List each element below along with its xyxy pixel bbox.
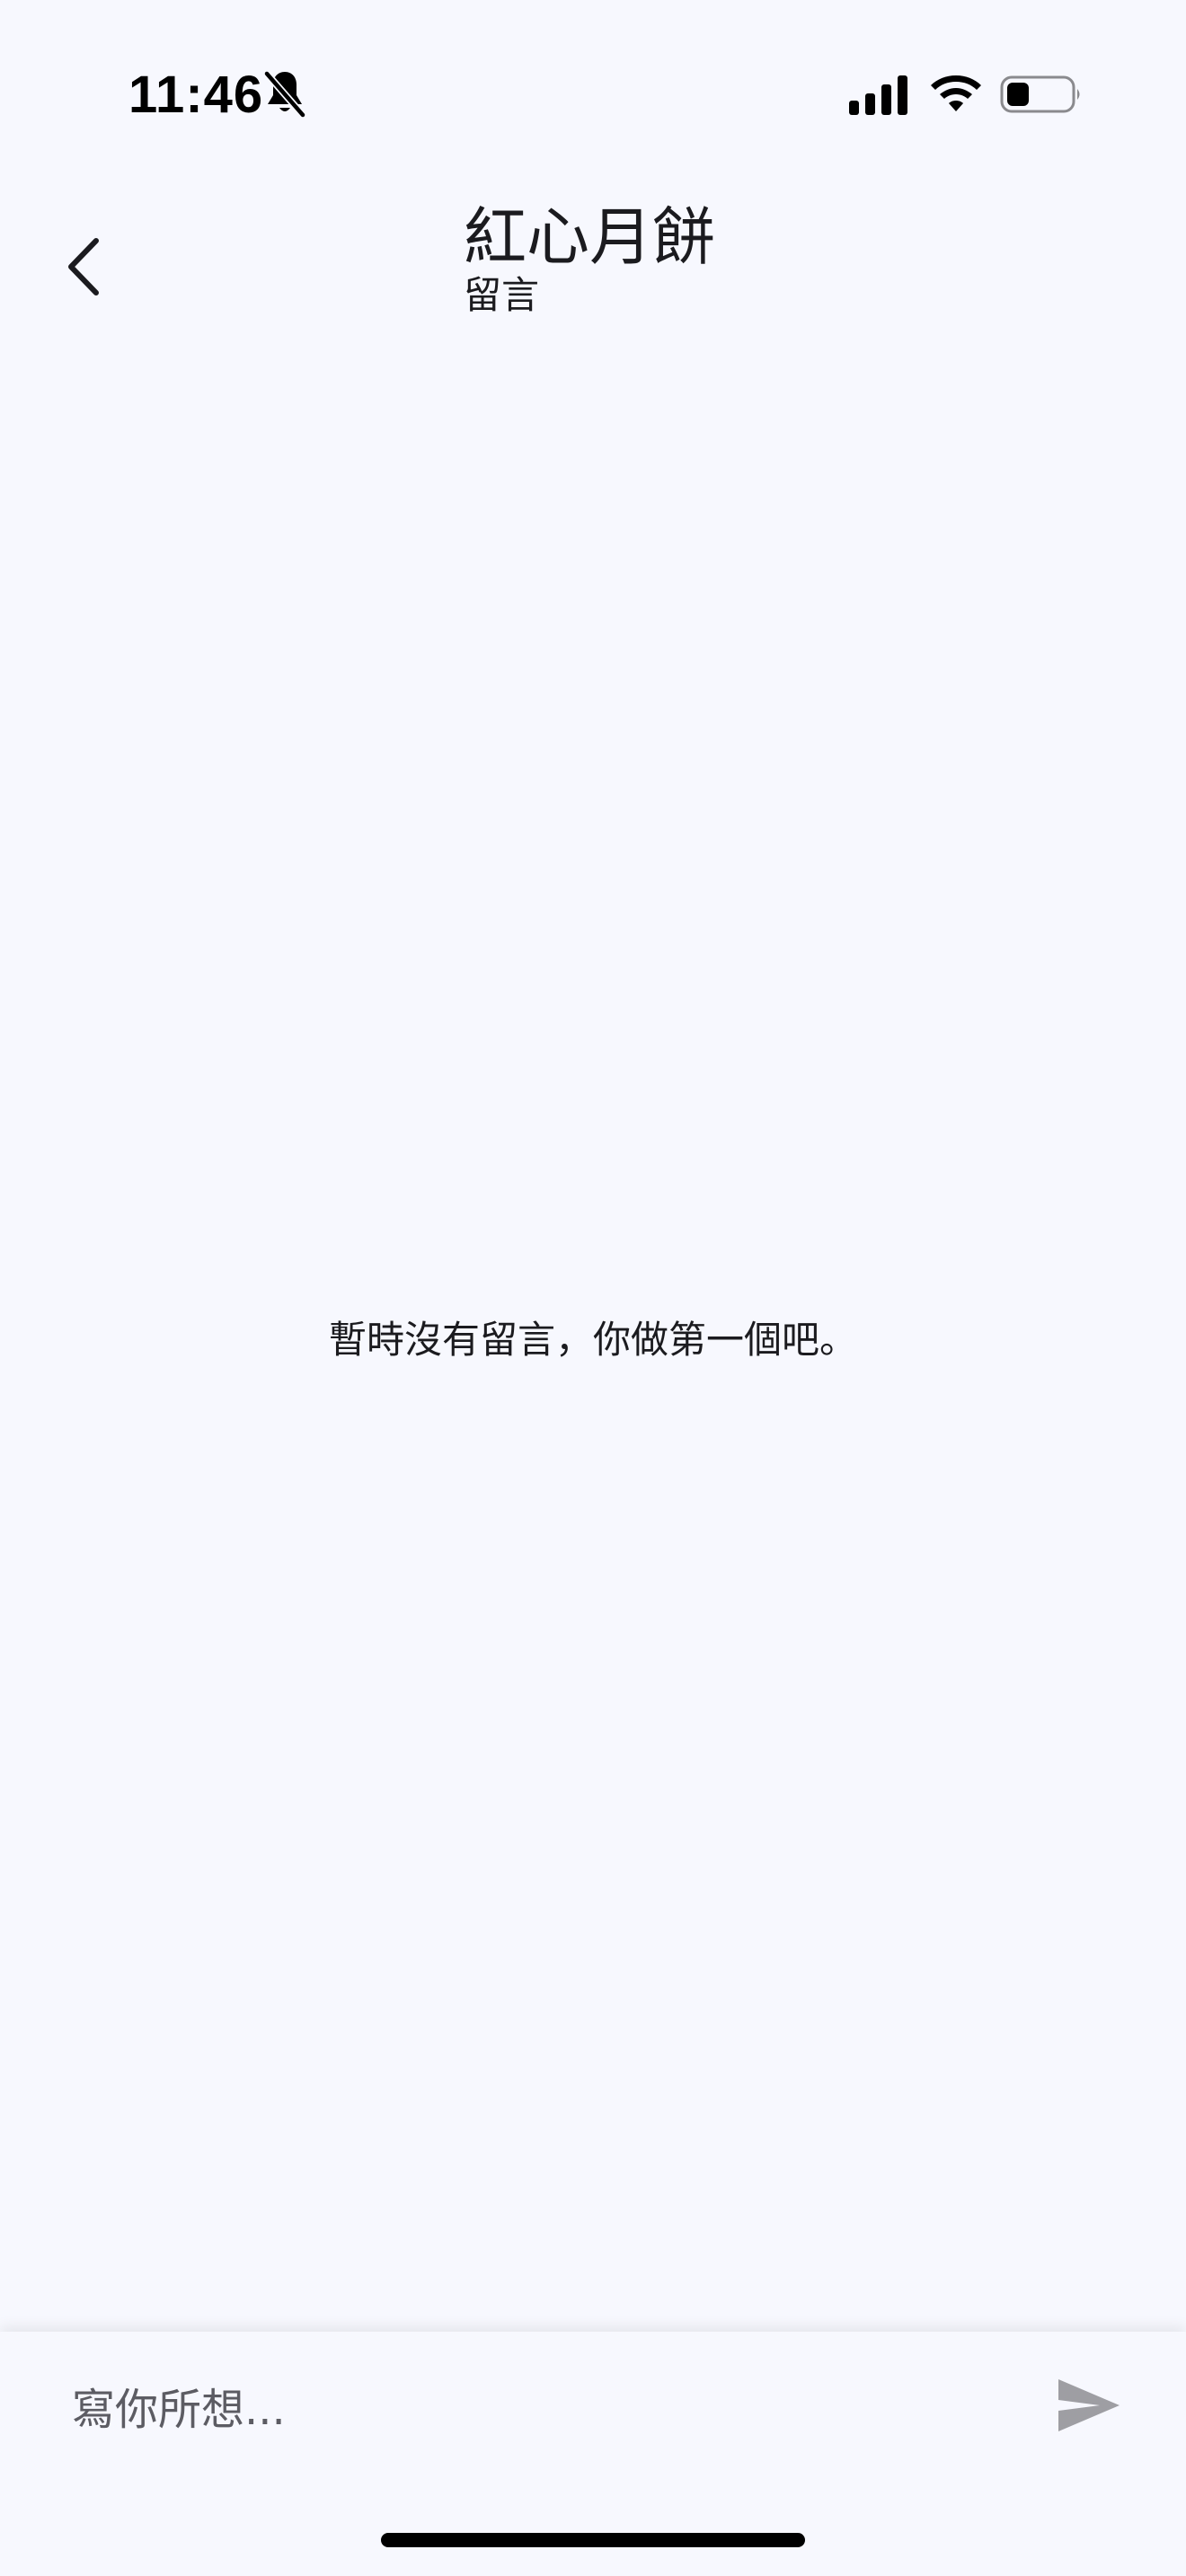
signal-icon (849, 75, 907, 115)
page-title: 紅心月餅 (464, 200, 715, 274)
back-button[interactable] (47, 226, 119, 307)
status-bar: 11:46 (0, 0, 1186, 180)
wifi-icon (931, 75, 981, 111)
send-icon (1058, 2379, 1120, 2431)
comment-input[interactable] (72, 2371, 1024, 2448)
bell-slash-icon (263, 70, 306, 119)
empty-state-message: 暫時沒有留言，你做第一個吧。 (328, 1318, 857, 1362)
page-subtitle: 留言 (464, 273, 540, 317)
comment-bar (0, 2332, 1186, 2576)
chevron-left-icon (68, 238, 99, 296)
app-bar: 紅心月餅 留言 (0, 180, 1186, 350)
home-indicator (381, 2533, 805, 2547)
title-block: 紅心月餅 留言 (464, 199, 715, 318)
send-button[interactable] (1051, 2368, 1127, 2443)
battery-icon (1000, 75, 1080, 113)
status-time: 11:46 (128, 66, 264, 124)
